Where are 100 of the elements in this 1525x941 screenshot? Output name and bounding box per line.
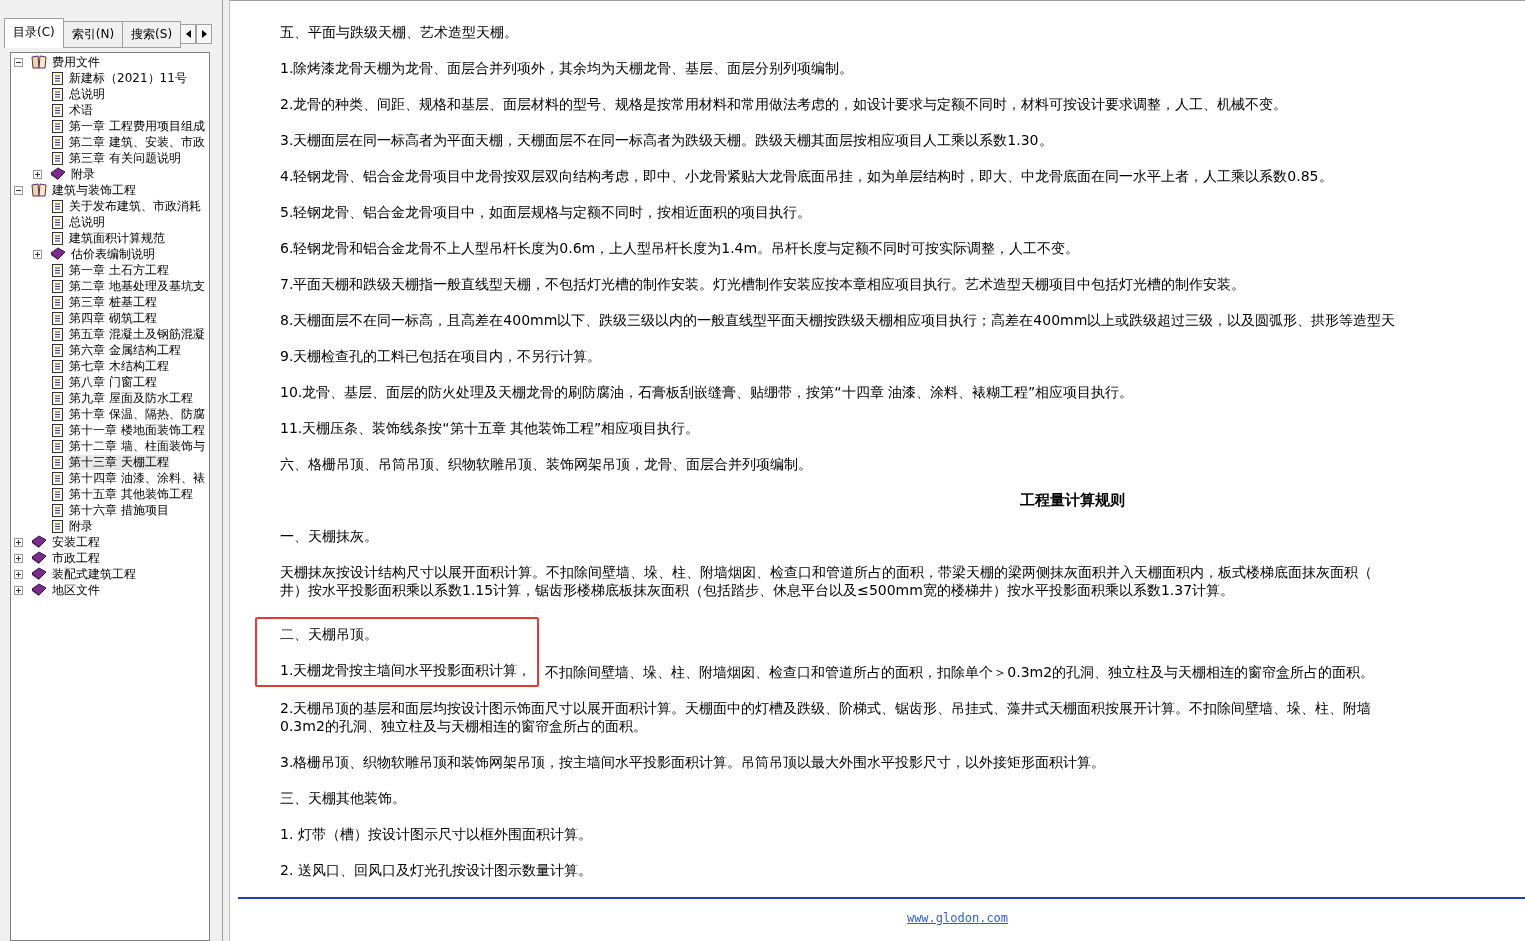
paragraph-text: 3.格栅吊顶、织物软雕吊顶和装饰网架吊顶，按主墙间水平投影面积计算。吊筒吊顶以最大外围水平投影尺寸，以外接矩形面积计算。 bbox=[280, 753, 1107, 771]
tree-item[interactable]: 第十四章 油漆、涂料、裱 bbox=[68, 470, 206, 486]
page-icon bbox=[52, 135, 63, 149]
tree-item[interactable]: 总说明 bbox=[68, 86, 106, 102]
page-icon bbox=[52, 391, 63, 405]
closed-book-icon bbox=[31, 583, 47, 597]
tree-item[interactable]: 估价表编制说明 bbox=[70, 246, 156, 262]
plus-icon bbox=[15, 570, 22, 578]
paragraph-text: 井）按水平投影面积乘以系数1.15计算，锯齿形楼梯底板抹灰面积（包括踏步、休息平台以及≤500mm宽的楼梯井）按水平投影面积乘以系数1.37计算。 bbox=[280, 581, 1236, 599]
paragraph-text: 一、天棚抹灰。 bbox=[280, 527, 379, 545]
closed-book-icon bbox=[50, 167, 66, 181]
nav-tab[interactable]: 目录(C) bbox=[4, 18, 64, 48]
tree-item[interactable]: 第三章 有关问题说明 bbox=[68, 150, 182, 166]
page-icon bbox=[52, 295, 63, 309]
nav-tab[interactable]: 搜索(S) bbox=[122, 21, 182, 48]
tree-item[interactable]: 第一章 土石方工程 bbox=[68, 262, 170, 278]
page-icon bbox=[52, 199, 63, 213]
scroll-left-button[interactable] bbox=[180, 24, 197, 44]
page-icon bbox=[52, 439, 63, 453]
page-icon bbox=[52, 263, 63, 277]
tree-item[interactable]: 总说明 bbox=[68, 214, 106, 230]
section-title: 工程量计算规则 bbox=[1019, 491, 1125, 509]
closed-book-icon bbox=[31, 535, 47, 549]
tree-item[interactable]: 术语 bbox=[68, 102, 94, 118]
open-book-icon bbox=[31, 183, 47, 197]
paragraph-text: 9.天棚检查孔的工料已包括在项目内，不另行计算。 bbox=[280, 347, 603, 365]
paragraph-text: 2.天棚吊顶的基层和面层均按设计图示饰面尺寸以展开面积计算。天棚面中的灯槽及跌级、阶梯式、锯齿形、吊挂式、藻井式天棚面积按展开计算。不扣除间壁墙、垛、柱、附墙 bbox=[280, 699, 1373, 717]
expand-toggle[interactable] bbox=[14, 537, 23, 547]
tree-item[interactable]: 装配式建筑工程 bbox=[51, 566, 137, 582]
tree-item[interactable]: 第十二章 墙、柱面装饰与 bbox=[68, 438, 206, 454]
paragraph-text: 六、格栅吊顶、吊筒吊顶、织物软雕吊顶、装饰网架吊顶，龙骨、面层合并列项编制。 bbox=[280, 455, 813, 473]
collapse-toggle[interactable] bbox=[14, 57, 23, 67]
paragraph-text: 4.轻钢龙骨、铝合金龙骨项目中龙骨按双层双向结构考虑，即中、小龙骨紧贴大龙骨底面吊挂，如为单层结构时，即大、中龙骨底面在同一水平上者，人工乘以系数0.85。 bbox=[280, 167, 1334, 185]
expand-toggle[interactable] bbox=[14, 553, 23, 563]
page-icon bbox=[52, 359, 63, 373]
tree-item[interactable]: 附录 bbox=[68, 518, 94, 534]
tree-item[interactable]: 第三章 桩基工程 bbox=[68, 294, 158, 310]
paragraph-text: 6.轻钢龙骨和铝合金龙骨不上人型吊杆长度为0.6m，上人型吊杆长度为1.4m。吊杆长度与定额不同时可按实际调整，人工不变。 bbox=[280, 239, 1081, 257]
closed-book-icon bbox=[31, 551, 47, 565]
tree-item[interactable]: 第九章 屋面及防水工程 bbox=[68, 390, 194, 406]
tree-item[interactable]: 市政工程 bbox=[51, 550, 101, 566]
tree-item[interactable]: 地区文件 bbox=[51, 582, 101, 598]
page-icon bbox=[52, 423, 63, 437]
page-icon bbox=[52, 487, 63, 501]
page-icon bbox=[52, 215, 63, 229]
paragraph-text: 0.3m2的孔洞、独立柱及与天棚相连的窗帘盒所占的面积。 bbox=[280, 717, 648, 735]
paragraph-text: 3.天棚面层在同一标高者为平面天棚，天棚面层不在同一标高者为跌级天棚。跌级天棚其面层按相应项目人工乘以系数1.30。 bbox=[280, 131, 1054, 149]
paragraph-text: 7.平面天棚和跌级天棚指一般直线型天棚，不包括灯光槽的制作安装。灯光槽制作安装应按本章相应项目执行。艺术造型天棚项目中包括灯光槽的制作安装。 bbox=[280, 275, 1247, 293]
plus-icon bbox=[15, 554, 22, 562]
tree-item[interactable]: 第二章 地基处理及基坑支 bbox=[68, 278, 206, 294]
paragraph-text: 五、平面与跌级天棚、艺术造型天棚。 bbox=[280, 23, 519, 41]
tree-item[interactable]: 第二章 建筑、安装、市政 bbox=[68, 134, 206, 150]
tree-item[interactable]: 第七章 木结构工程 bbox=[68, 358, 170, 374]
tree-item[interactable]: 第一章 工程费用项目组成 bbox=[68, 118, 206, 134]
plus-icon bbox=[15, 538, 22, 546]
plus-icon bbox=[34, 170, 41, 178]
tree-item[interactable]: 附录 bbox=[70, 166, 96, 182]
tree-item[interactable]: 第十章 保温、隔热、防腐 bbox=[68, 406, 206, 422]
tree-item[interactable]: 第十五章 其他装饰工程 bbox=[68, 486, 194, 502]
paragraph-text: 1.天棚龙骨按主墙间水平投影面积计算， bbox=[280, 661, 532, 679]
expand-toggle[interactable] bbox=[14, 569, 23, 579]
expand-toggle[interactable] bbox=[14, 585, 23, 595]
expand-toggle[interactable] bbox=[33, 169, 42, 179]
tree-item[interactable]: 第十一章 楼地面装饰工程 bbox=[68, 422, 206, 438]
tree-item[interactable]: 第四章 砌筑工程 bbox=[68, 310, 158, 326]
scroll-right-button[interactable] bbox=[196, 24, 213, 44]
open-book-icon bbox=[31, 55, 47, 69]
nav-tab[interactable]: 索引(N) bbox=[62, 21, 124, 48]
page-icon bbox=[52, 279, 63, 293]
paragraph-text: 不扣除间壁墙、垛、柱、附墙烟囱、检查口和管道所占的面积，扣除单个＞0.3m2的孔洞、独立柱及与天棚相连的窗帘盒所占的面积。 bbox=[545, 663, 1375, 681]
tree-item[interactable]: 第八章 门窗工程 bbox=[68, 374, 158, 390]
tree-item[interactable]: 第十三章 天棚工程 bbox=[68, 454, 170, 470]
tree-item[interactable]: 费用文件 bbox=[51, 54, 101, 70]
tree-item[interactable]: 建筑面积计算规范 bbox=[68, 230, 166, 246]
page-icon bbox=[52, 311, 63, 325]
website-link[interactable]: www.glodon.com bbox=[906, 911, 1009, 925]
paragraph-text: 5.轻钢龙骨、铝合金龙骨项目中，如面层规格与定额不同时，按相近面积的项目执行。 bbox=[280, 203, 813, 221]
tree-item[interactable]: 第五章 混凝土及钢筋混凝 bbox=[68, 326, 206, 342]
paragraph-text: 2. 送风口、回风口及灯光孔按设计图示数量计算。 bbox=[280, 861, 593, 879]
page-icon bbox=[52, 471, 63, 485]
tree-item[interactable]: 第六章 金属结构工程 bbox=[68, 342, 182, 358]
page-icon bbox=[52, 71, 63, 85]
left-triangle-icon bbox=[185, 30, 191, 38]
collapse-toggle[interactable] bbox=[14, 185, 23, 195]
expand-toggle[interactable] bbox=[33, 249, 42, 259]
paragraph-text: 三、天棚其他装饰。 bbox=[280, 789, 407, 807]
closed-book-icon bbox=[50, 247, 66, 261]
page-icon bbox=[52, 519, 63, 533]
tree-item[interactable]: 建筑与装饰工程 bbox=[51, 182, 137, 198]
tree-item[interactable]: 新建标（2021）11号 bbox=[68, 70, 188, 86]
paragraph-text: 1.除烤漆龙骨天棚为龙骨、面层合并列项外，其余均为天棚龙骨、基层、面层分别列项编制。 bbox=[280, 59, 855, 77]
tree-item[interactable]: 安装工程 bbox=[51, 534, 101, 550]
paragraph-text: 天棚抹灰按设计结构尺寸以展开面积计算。不扣除间壁墙、垛、柱、附墙烟囱、检查口和管道所占的面积，带梁天棚的梁两侧抹灰面积并入天棚面积内，板式楼梯底面抹灰面积（ bbox=[280, 563, 1373, 581]
tree-item[interactable]: 关于发布建筑、市政消耗 bbox=[68, 198, 202, 214]
page-icon bbox=[52, 119, 63, 133]
tree-item[interactable]: 第十六章 措施项目 bbox=[68, 502, 170, 518]
page-icon bbox=[52, 151, 63, 165]
paragraph-text: 1. 灯带（槽）按设计图示尺寸以框外围面积计算。 bbox=[280, 825, 593, 843]
page-icon bbox=[52, 375, 63, 389]
paragraph-text: 8.天棚面层不在同一标高，且高差在400mm以下、跌级三级以内的一般直线型平面天棚按跌级天棚相应项目执行；高差在400mm以上或跌级超过三级，以及圆弧形、拱形等造型天 bbox=[280, 311, 1397, 329]
